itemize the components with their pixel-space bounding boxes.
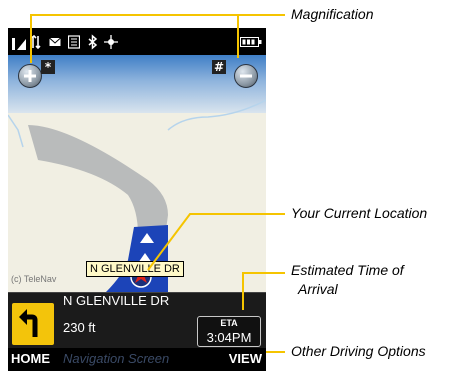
current-location-callout: Your Current Location xyxy=(291,205,428,221)
eta-callout-line2: Arrival xyxy=(298,281,338,297)
magnification-leader xyxy=(30,14,239,63)
location-leader xyxy=(147,213,285,271)
callout-lines xyxy=(30,14,285,353)
eta-callout-line1: Estimated Time of xyxy=(291,262,404,278)
eta-leader xyxy=(242,272,285,310)
driving-options-callout: Other Driving Options xyxy=(291,343,426,359)
magnification-callout: Magnification xyxy=(291,6,374,22)
